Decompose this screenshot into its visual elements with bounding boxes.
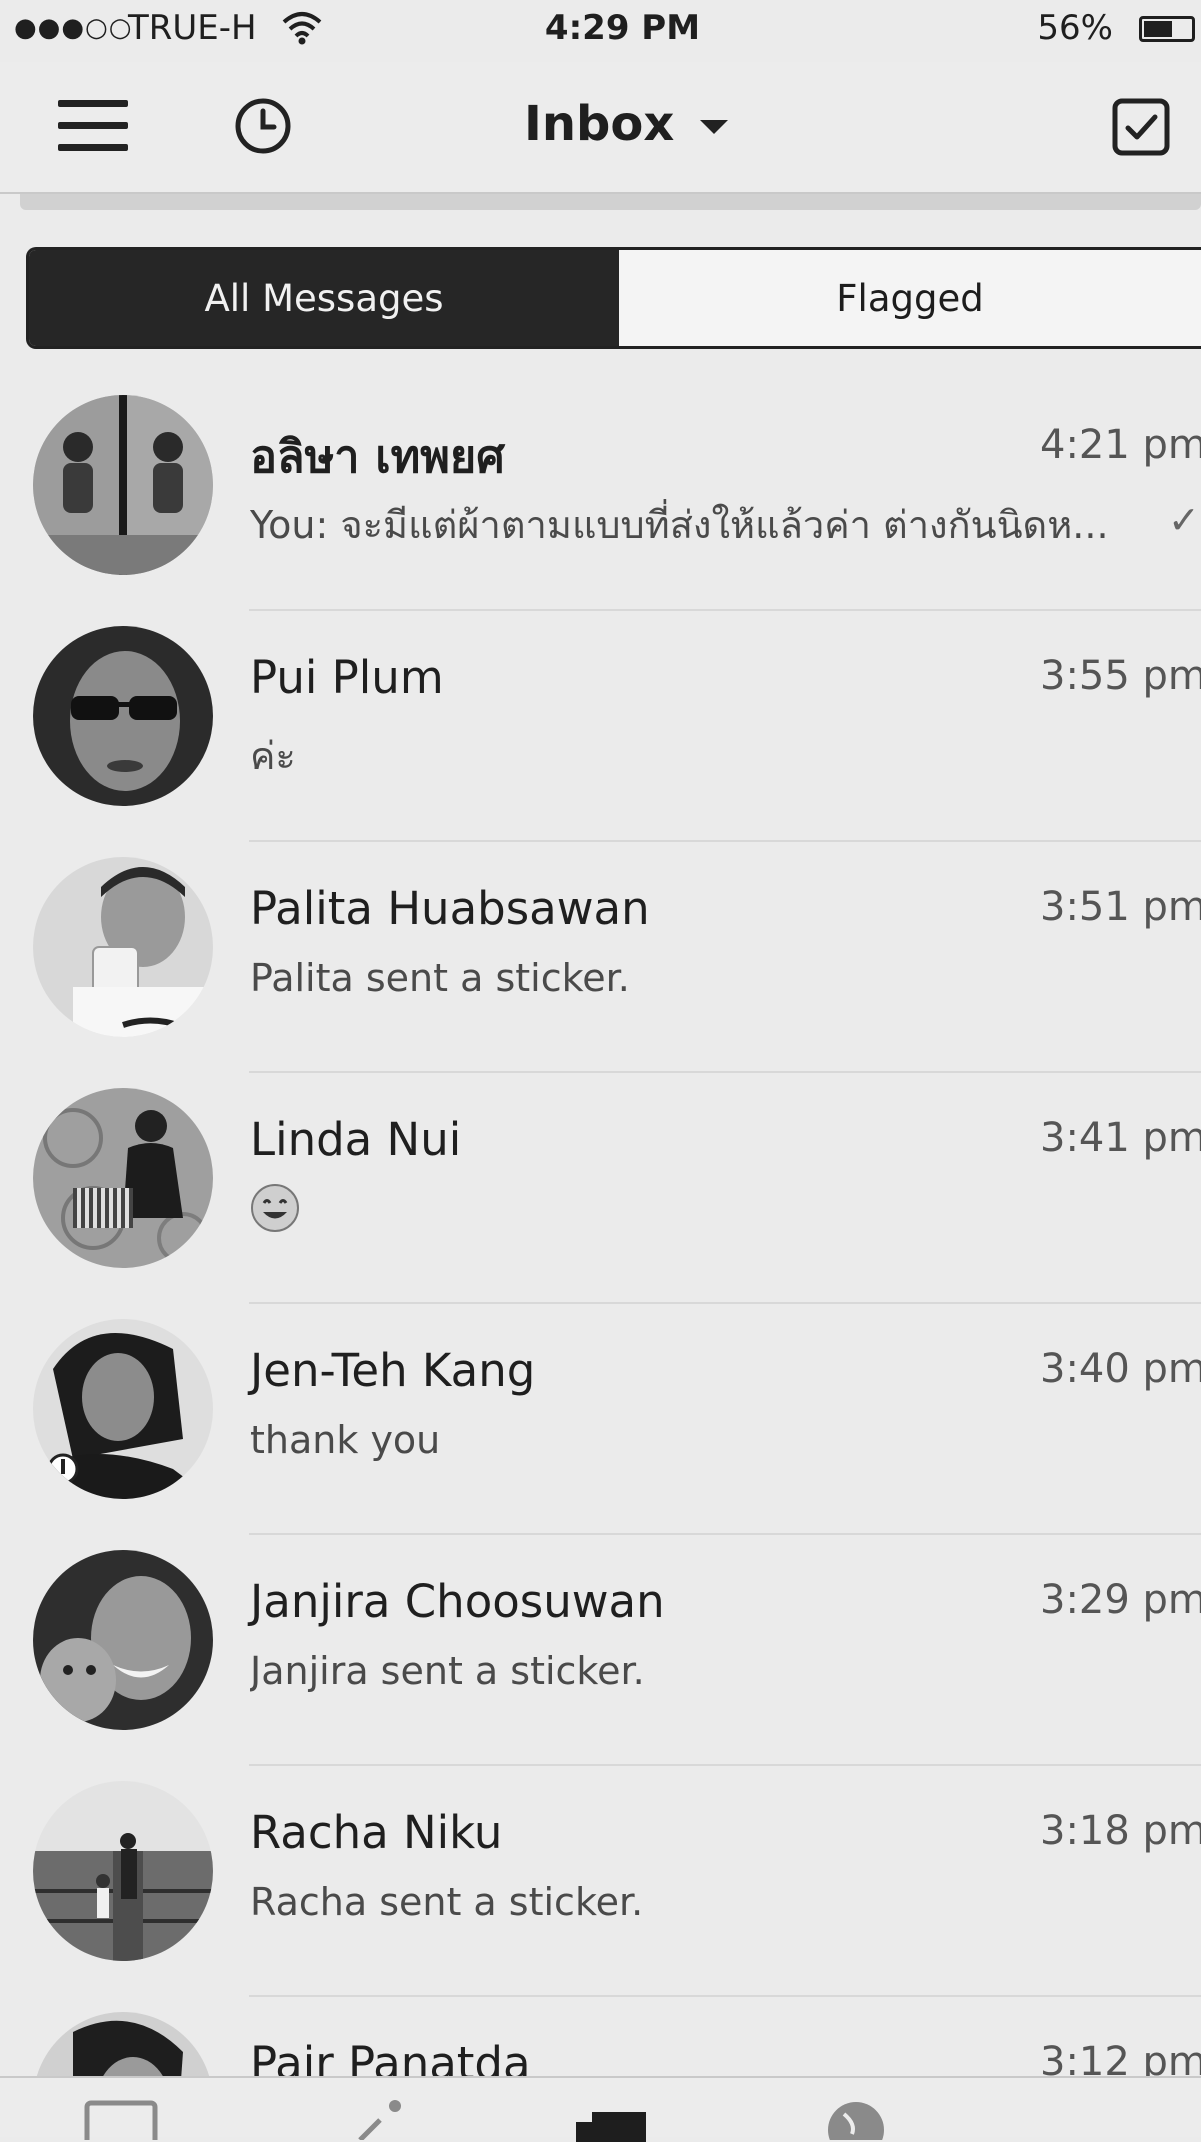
battery-icon (1139, 16, 1195, 42)
message-preview: Janjira sent a sticker. (250, 1649, 645, 1693)
contact-name: Palita Huabsawan (250, 882, 650, 935)
avatar (33, 626, 213, 806)
bottom-tab-bar (0, 2076, 1201, 2142)
messages-tab-icon[interactable] (574, 2112, 654, 2142)
avatar (33, 2012, 213, 2076)
menu-icon[interactable] (58, 100, 128, 152)
conversation-row[interactable]: Pair Panatda 3:12 pm (0, 1997, 1201, 2076)
read-check-icon: ✓ (1168, 498, 1200, 542)
avatar (33, 857, 213, 1037)
smiley-emoji-icon (251, 1184, 299, 1232)
message-preview: thank you (250, 1418, 441, 1462)
message-preview: ค่ะ (250, 734, 296, 778)
conversation-row[interactable]: Linda Nui 3:41 pm (0, 1073, 1201, 1304)
conversation-row[interactable]: Jen-Teh Kang 3:40 pm thank you (0, 1304, 1201, 1535)
contact-name: อลิษา เทพยศ (250, 430, 505, 483)
tab-all-messages[interactable]: All Messages (29, 250, 619, 346)
message-time: 3:18 pm (1040, 1808, 1201, 1854)
people-tab-icon[interactable] (340, 2100, 410, 2140)
contact-name: Pui Plum (250, 651, 444, 704)
contact-name: Janjira Choosuwan (250, 1575, 665, 1628)
feed-tab-icon[interactable] (84, 2100, 158, 2140)
contact-name: Jen-Teh Kang (250, 1344, 536, 1397)
message-time: 3:51 pm (1040, 884, 1201, 930)
conversation-row[interactable]: Palita Huabsawan 3:51 pm Palita sent a s… (0, 842, 1201, 1073)
message-time: 3:55 pm (1040, 653, 1201, 699)
message-preview: Palita sent a sticker. (250, 956, 630, 1000)
status-bar: ●●●○○ TRUE-H 4:29 PM 56% (0, 0, 1201, 62)
dropdown-caret-icon (700, 120, 729, 134)
message-time: 3:29 pm (1040, 1577, 1201, 1623)
avatar (33, 1319, 213, 1499)
message-preview: You: จะมีแต่ผ้าตามแบบที่ส่งให้แล้วค่า ต่… (250, 503, 1109, 547)
globe-tab-icon[interactable] (826, 2100, 886, 2140)
contact-name: Linda Nui (250, 1113, 462, 1166)
navigation-bar: Inbox (0, 62, 1201, 194)
message-preview: Racha sent a sticker. (250, 1880, 644, 1924)
conversation-list: อลิษา เทพยศ 4:21 pm You: จะมีแต่ผ้าตามแบ… (0, 380, 1201, 2076)
message-time: 3:41 pm (1040, 1115, 1201, 1161)
message-time: 3:12 pm (1040, 2039, 1201, 2076)
tab-flagged[interactable]: Flagged (619, 250, 1201, 346)
inbox-dropdown[interactable]: Inbox (524, 96, 729, 152)
message-time: 3:40 pm (1040, 1346, 1201, 1392)
history-clock-icon[interactable] (234, 97, 292, 155)
avatar (33, 1088, 213, 1268)
conversation-row[interactable]: Pui Plum 3:55 pm ค่ะ (0, 611, 1201, 842)
message-time: 4:21 pm (1040, 422, 1201, 468)
page-title: Inbox (524, 96, 675, 152)
avatar (33, 395, 213, 575)
message-filter-segment: All Messages Flagged (26, 247, 1201, 349)
search-bar-edge (20, 194, 1201, 210)
status-time: 4:29 PM (544, 8, 701, 48)
battery-percent: 56% (1037, 8, 1113, 48)
contact-name: Pair Panatda (250, 2037, 531, 2076)
contact-name: Racha Niku (250, 1806, 503, 1859)
select-checkbox-icon[interactable] (1112, 98, 1170, 156)
avatar (33, 1781, 213, 1961)
conversation-row[interactable]: Janjira Choosuwan 3:29 pm Janjira sent a… (0, 1535, 1201, 1766)
avatar (33, 1550, 213, 1730)
conversation-row[interactable]: Racha Niku 3:18 pm Racha sent a sticker. (0, 1766, 1201, 1997)
conversation-row[interactable]: อลิษา เทพยศ 4:21 pm You: จะมีแต่ผ้าตามแบ… (0, 380, 1201, 611)
